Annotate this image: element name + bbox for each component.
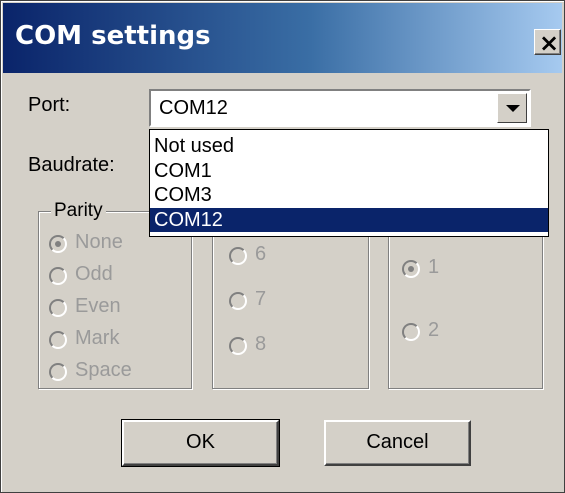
stopbits-option-label: 1 xyxy=(428,256,440,278)
com-settings-dialog: COM settings × Port: COM12 Baudrate: Par… xyxy=(0,0,565,493)
radio-icon xyxy=(229,292,247,310)
port-label: Port: xyxy=(28,94,71,116)
parity-option-label: Space xyxy=(75,359,132,381)
radio-icon xyxy=(402,323,420,341)
port-select[interactable]: COM12 xyxy=(149,89,531,127)
close-icon: × xyxy=(539,29,560,57)
close-button[interactable]: × xyxy=(534,29,561,57)
databits-option-label: 6 xyxy=(255,243,267,265)
ok-button[interactable]: OK xyxy=(121,419,280,467)
parity-option-label: None xyxy=(75,231,123,253)
stopbits-option-label: 2 xyxy=(428,319,440,341)
radio-icon xyxy=(49,299,67,317)
parity-legend: Parity xyxy=(51,200,106,222)
radio-checked-icon xyxy=(402,260,420,278)
port-select-value: COM12 xyxy=(159,97,228,119)
radio-icon xyxy=(49,267,67,285)
parity-option-label: Mark xyxy=(75,327,120,349)
radio-icon xyxy=(229,247,247,265)
databits-option-label: 8 xyxy=(255,333,267,355)
cancel-button[interactable]: Cancel xyxy=(324,420,471,466)
radio-icon xyxy=(49,331,67,349)
port-option-com1[interactable]: COM1 xyxy=(150,159,548,183)
port-option-not-used[interactable]: Not used xyxy=(150,134,548,158)
parity-option-label: Odd xyxy=(75,263,113,285)
window-title: COM settings xyxy=(15,21,211,51)
parity-option-label: Even xyxy=(75,295,121,317)
port-dropdown-list[interactable]: Not used COM1 COM3 COM12 xyxy=(149,129,549,237)
radio-checked-icon xyxy=(49,235,67,253)
radio-icon xyxy=(229,337,247,355)
port-option-com12[interactable]: COM12 xyxy=(150,208,548,232)
title-bar[interactable]: COM settings × xyxy=(3,3,562,73)
stopbits-group xyxy=(388,211,543,389)
chevron-down-icon[interactable] xyxy=(497,93,527,123)
baudrate-label: Baudrate: xyxy=(28,154,115,176)
radio-icon xyxy=(49,363,67,381)
databits-option-label: 7 xyxy=(255,288,267,310)
port-option-com3[interactable]: COM3 xyxy=(150,183,548,207)
